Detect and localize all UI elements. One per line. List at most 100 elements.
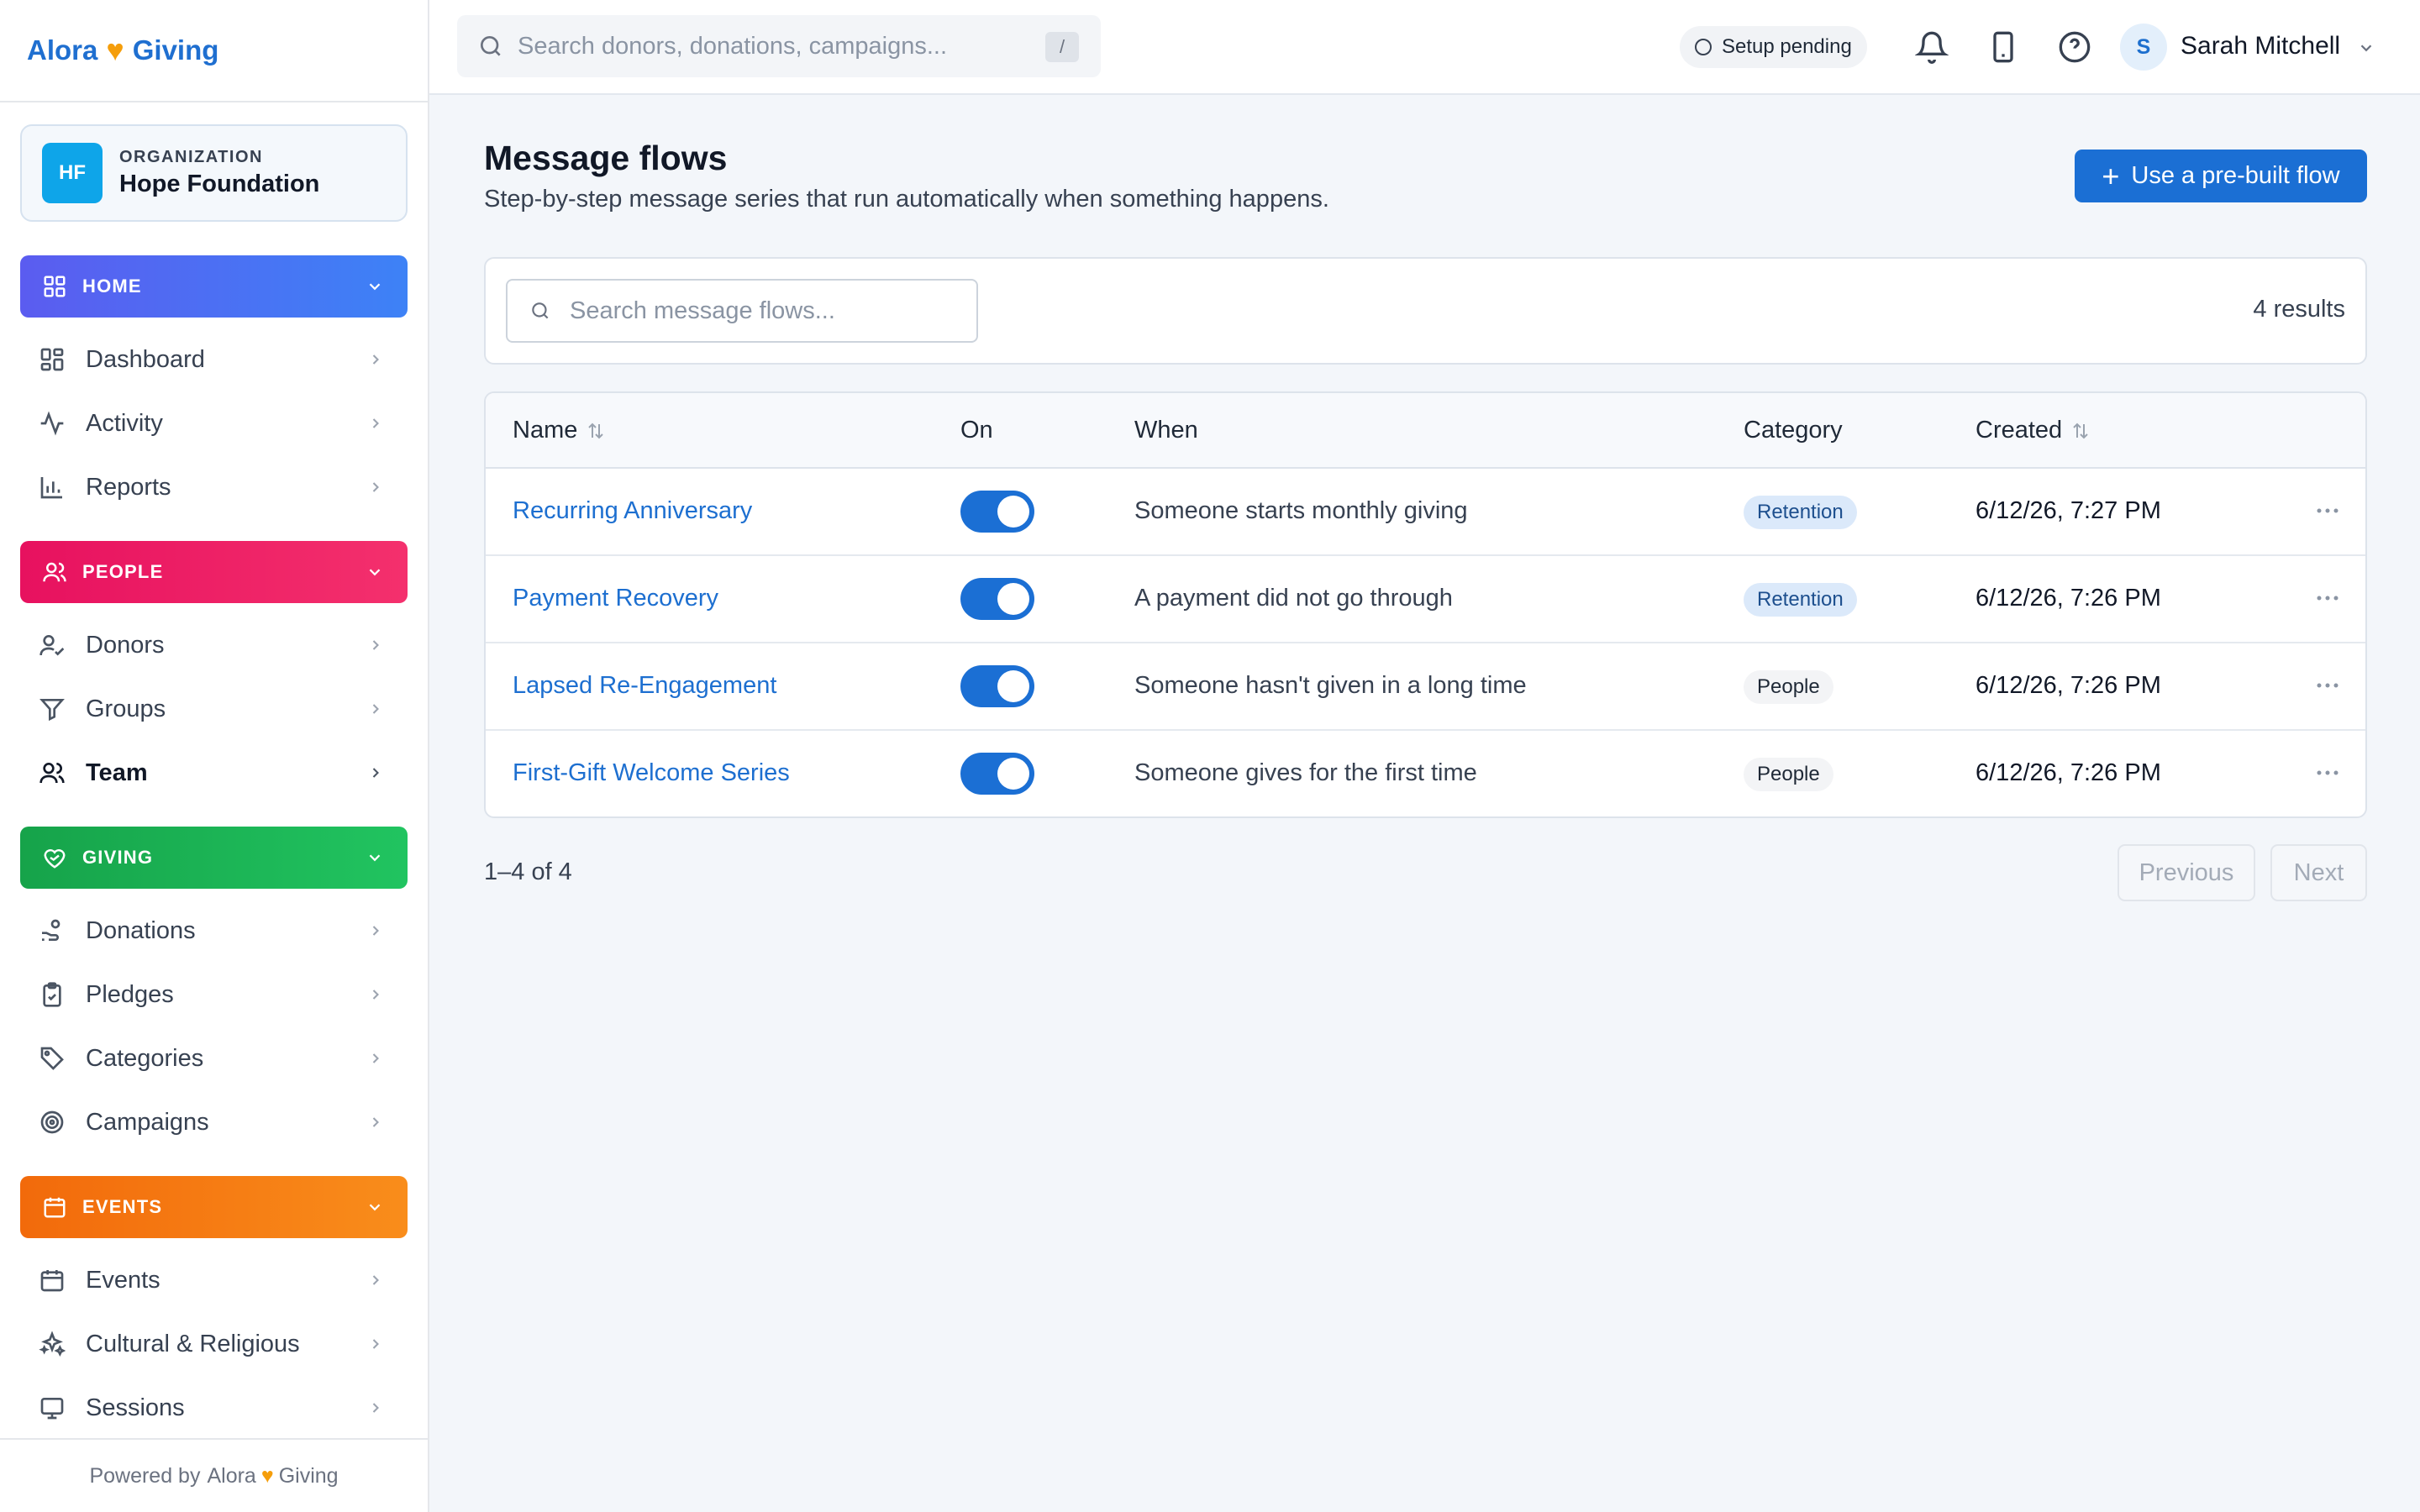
grid-icon: [44, 276, 66, 297]
next-page-button[interactable]: Next: [2270, 844, 2367, 901]
brand-name-left: Alora: [27, 34, 98, 66]
more-options-icon[interactable]: [2315, 764, 2340, 781]
brand-name-right: Giving: [132, 34, 219, 66]
heart-icon: ♥: [260, 1463, 274, 1488]
column-header-label: Created: [1975, 417, 2063, 444]
top-bar: Search donors, donations, campaigns... /…: [429, 0, 2420, 95]
organization-switcher[interactable]: HF ORGANIZATION Hope Foundation: [20, 124, 408, 222]
flow-trigger: Someone hasn't given in a long time: [1134, 672, 1527, 699]
sidebar-item-sessions[interactable]: Sessions: [20, 1376, 408, 1440]
organization-avatar: HF: [42, 143, 103, 203]
table-row: Lapsed Re-Engagement Someone hasn't give…: [486, 643, 2365, 731]
column-header-label: Category: [1744, 417, 1843, 444]
sidebar-item-donations[interactable]: Donations: [20, 899, 408, 963]
flow-enabled-toggle[interactable]: [960, 491, 1034, 533]
column-header-created[interactable]: Created: [1975, 417, 2091, 444]
brand-logo[interactable]: Alora ♥ Giving: [0, 0, 428, 102]
column-header-name[interactable]: Name: [513, 417, 606, 444]
filter-icon: [39, 699, 65, 722]
user-avatar[interactable]: S: [2120, 24, 2167, 71]
section-header-home[interactable]: HOME: [20, 255, 408, 318]
previous-page-button[interactable]: Previous: [2118, 844, 2255, 901]
sort-icon: [588, 423, 604, 438]
sidebar-item-activity[interactable]: Activity: [20, 391, 408, 455]
flow-trigger: A payment did not go through: [1134, 585, 1453, 612]
bell-icon[interactable]: [1915, 30, 1949, 64]
flow-name-link[interactable]: Payment Recovery: [513, 585, 718, 612]
created-date: 6/12/26, 7:26 PM: [1975, 672, 2161, 699]
organization-name: Hope Foundation: [119, 171, 320, 197]
heart-icon: ♥: [106, 33, 124, 67]
flow-enabled-toggle[interactable]: [960, 665, 1034, 707]
users-icon: [39, 763, 65, 784]
chevron-down-icon[interactable]: [2357, 39, 2375, 57]
sparkles-icon: [39, 1331, 66, 1357]
chevron-right-icon: [372, 768, 379, 778]
filter-bar: Search message flows... 4 results: [484, 257, 2367, 365]
chevron-down-icon: [369, 569, 381, 576]
monitor-icon: [40, 1398, 64, 1420]
table-row: Payment Recovery A payment did not go th…: [486, 556, 2365, 643]
sidebar-item-groups[interactable]: Groups: [20, 677, 408, 741]
flow-enabled-toggle[interactable]: [960, 753, 1034, 795]
chevron-right-icon: [372, 640, 379, 650]
more-options-icon[interactable]: [2315, 590, 2340, 606]
main-content: Search donors, donations, campaigns... /…: [429, 0, 2420, 1512]
flow-name-link[interactable]: First-Gift Welcome Series: [513, 759, 790, 787]
sidebar-item-dashboard[interactable]: Dashboard: [20, 328, 408, 391]
sidebar-item-donors[interactable]: Donors: [20, 613, 408, 677]
sidebar-item-label: Team: [86, 759, 148, 786]
sidebar-item-label: Cultural & Religious: [86, 1330, 300, 1357]
section-title-people: PEOPLE: [82, 561, 164, 582]
setup-status-badge[interactable]: Setup pending: [1680, 26, 1867, 68]
section-header-events[interactable]: EVENTS: [20, 1176, 408, 1238]
sidebar: Alora ♥ Giving HF ORGANIZATION Hope Foun…: [0, 0, 429, 1512]
column-header-label: Name: [513, 417, 578, 444]
heart-handshake-icon: [44, 849, 66, 869]
more-options-icon[interactable]: [2315, 502, 2340, 519]
sidebar-item-categories[interactable]: Categories: [20, 1026, 408, 1090]
bar-chart-icon: [40, 477, 62, 499]
tag-icon: [40, 1047, 64, 1070]
sidebar-item-cultural-religious[interactable]: Cultural & Religious: [20, 1312, 408, 1376]
page-subtitle: Step-by-step message series that run aut…: [484, 186, 1329, 213]
section-header-people[interactable]: PEOPLE: [20, 541, 408, 603]
user-menu-name[interactable]: Sarah Mitchell: [2181, 32, 2340, 60]
organization-label: ORGANIZATION: [119, 148, 263, 166]
sidebar-item-reports[interactable]: Reports: [20, 455, 408, 519]
flow-name-link[interactable]: Recurring Anniversary: [513, 497, 752, 525]
global-search-input[interactable]: Search donors, donations, campaigns... /: [457, 15, 1101, 77]
sidebar-item-label: Categories: [86, 1044, 204, 1072]
message-flow-search-input[interactable]: Search message flows...: [506, 279, 978, 343]
clipboard-check-icon: [43, 982, 61, 1007]
flow-name-link[interactable]: Lapsed Re-Engagement: [513, 672, 776, 700]
sidebar-item-pledges[interactable]: Pledges: [20, 963, 408, 1026]
more-options-icon[interactable]: [2315, 677, 2340, 694]
use-prebuilt-flow-button[interactable]: + Use a pre-built flow: [2075, 150, 2367, 202]
mobile-device-icon[interactable]: [1986, 30, 2020, 64]
sidebar-footer: Powered by Alora ♥ Giving: [0, 1438, 428, 1512]
section-header-giving[interactable]: GIVING: [20, 827, 408, 889]
user-check-icon: [39, 635, 65, 656]
sidebar-item-label: Groups: [86, 695, 166, 722]
page-title: Message flows: [484, 139, 728, 177]
sidebar-item-team[interactable]: Team: [20, 741, 408, 805]
help-icon[interactable]: [2058, 30, 2091, 64]
section-title-events: EVENTS: [82, 1196, 163, 1217]
setup-status-text: Setup pending: [1722, 35, 1852, 58]
sidebar-item-campaigns[interactable]: Campaigns: [20, 1090, 408, 1154]
chevron-right-icon: [372, 926, 379, 936]
chevron-down-icon: [369, 1204, 381, 1211]
flow-enabled-toggle[interactable]: [960, 578, 1034, 620]
column-header-category: Category: [1744, 417, 1843, 444]
sidebar-item-label: Dashboard: [86, 345, 205, 373]
category-badge: People: [1744, 758, 1833, 791]
created-date: 6/12/26, 7:26 PM: [1975, 585, 2161, 612]
sidebar-item-label: Campaigns: [86, 1108, 209, 1136]
sidebar-item-events[interactable]: Events: [20, 1248, 408, 1312]
chevron-down-icon: [369, 283, 381, 291]
chevron-right-icon: [372, 1275, 379, 1285]
flow-trigger: Someone gives for the first time: [1134, 759, 1477, 786]
chevron-right-icon: [372, 704, 379, 714]
plus-icon: +: [2102, 158, 2120, 193]
